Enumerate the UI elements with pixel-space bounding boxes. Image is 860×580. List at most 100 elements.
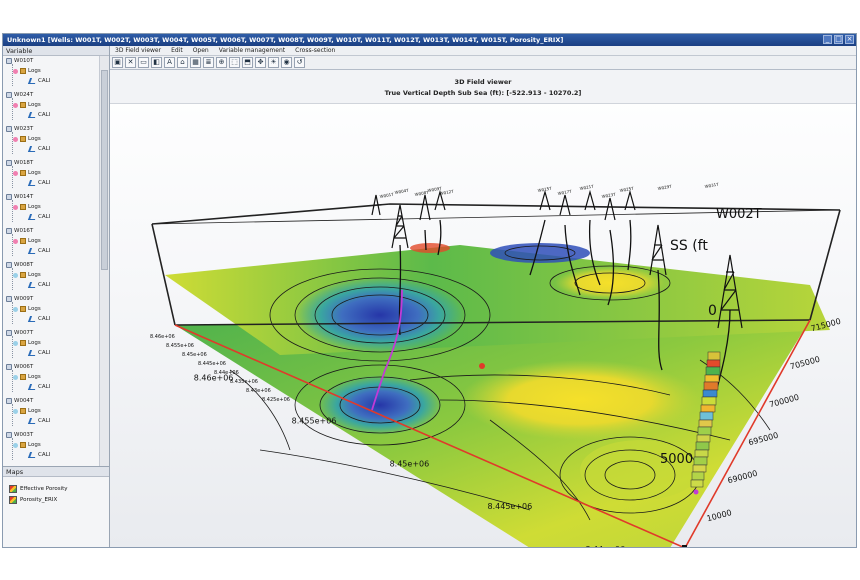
axis-label-overlay: SS (ft — [670, 238, 708, 254]
list-icon[interactable]: ≣ — [203, 57, 214, 68]
left-tick-label: 8.43e+06 — [246, 388, 271, 394]
tree-curve-item[interactable]: CALI — [27, 248, 50, 254]
tree-curve-label: CALI — [38, 78, 51, 84]
close-icon[interactable]: ✕ — [125, 57, 136, 68]
save-icon[interactable]: ▣ — [112, 57, 123, 68]
tree-well-item[interactable]: W024T — [6, 92, 33, 98]
map-item-effective-porosity[interactable]: Effective Porosity — [9, 485, 68, 493]
menu-open[interactable]: Open — [193, 46, 209, 55]
tree-curve-item[interactable]: CALI — [27, 146, 51, 152]
menu-edit[interactable]: Edit — [171, 46, 183, 55]
tree-curve-label: CALI — [38, 384, 51, 390]
tree-log-item[interactable]: Logs — [13, 170, 41, 176]
tree-curve-label: CALI — [38, 418, 51, 424]
left-tick-label: 8.46e+06 — [150, 334, 175, 340]
variable-pane-header: Variable — [3, 46, 109, 56]
tree-well-item[interactable]: W023T — [6, 126, 33, 132]
tree-curve-item[interactable]: CALI — [27, 180, 50, 186]
map-icon — [9, 496, 17, 504]
tree-well-item[interactable]: W016T — [6, 228, 33, 234]
tree-log-item[interactable]: Logs — [13, 374, 41, 380]
tree-curve-label: CALI — [38, 282, 51, 288]
grid-icon[interactable]: ▦ — [190, 57, 201, 68]
tree-log-item[interactable]: Logs — [13, 442, 41, 448]
tree-log-label: Logs — [28, 408, 41, 414]
tree-log-item[interactable]: Logs — [13, 102, 41, 108]
tree-log-item[interactable]: Logs — [13, 204, 41, 210]
zoom-icon[interactable]: ⊕ — [216, 57, 227, 68]
left-tick-label: 8.435e+06 — [230, 379, 258, 385]
map-item-porosity-erix[interactable]: Porosity_ERIX — [9, 496, 57, 504]
log-folder-icon — [20, 442, 26, 448]
sun-icon[interactable]: ☀ — [268, 57, 279, 68]
color-dot-icon — [13, 136, 18, 142]
tree-log-item[interactable]: Logs — [13, 68, 41, 74]
well-icon — [6, 160, 12, 166]
scrollbar-thumb[interactable] — [101, 70, 108, 270]
log-folder-icon — [20, 306, 26, 312]
tree-well-item[interactable]: W008T — [6, 262, 33, 268]
tree-curve-label: CALI — [38, 112, 51, 118]
tree-curve-item[interactable]: CALI — [27, 282, 51, 288]
log-folder-icon — [20, 374, 26, 380]
camera-icon[interactable]: ◧ — [151, 57, 162, 68]
color-dot-icon — [13, 306, 18, 312]
layout-icon[interactable]: ▭ — [138, 57, 149, 68]
tree-log-item[interactable]: Logs — [13, 306, 41, 312]
tree-well-label: W007T — [14, 330, 34, 336]
tree-curve-item[interactable]: CALI — [27, 452, 50, 458]
tree-log-item[interactable]: Logs — [13, 272, 41, 278]
tree-log-label: Logs — [28, 306, 41, 312]
tree-log-label: Logs — [28, 374, 41, 380]
curve-icon — [27, 384, 38, 390]
minimize-button[interactable]: _ — [823, 35, 832, 44]
reset-icon[interactable]: ↺ — [294, 57, 305, 68]
3d-field-viewer[interactable]: 3D Field viewer True Vertical Depth Sub … — [110, 70, 856, 547]
tree-curve-item[interactable]: CALI — [27, 214, 50, 220]
tree-log-item[interactable]: Logs — [13, 238, 41, 244]
well-icon — [6, 58, 12, 64]
pointer-icon[interactable]: ⬚ — [229, 57, 240, 68]
tree-curve-item[interactable]: CALI — [27, 384, 51, 390]
close-button[interactable]: × — [845, 35, 854, 44]
menu-variable-management[interactable]: Variable management — [219, 46, 285, 55]
tree-well-item[interactable]: W014T — [6, 194, 33, 200]
tree-log-item[interactable]: Logs — [13, 136, 41, 142]
select-icon[interactable]: ⬒ — [242, 57, 253, 68]
pan-icon[interactable]: ✥ — [255, 57, 266, 68]
tree-log-item[interactable]: Logs — [13, 340, 41, 346]
tree-scrollbar[interactable] — [99, 56, 109, 466]
tree-well-label: W006T — [14, 364, 34, 370]
home-icon[interactable]: ⌂ — [177, 57, 188, 68]
tree-log-item[interactable]: Logs — [13, 408, 41, 414]
menu-3d-field-viewer[interactable]: 3D Field viewer — [115, 46, 161, 55]
menu-bar: 3D Field viewer Edit Open Variable manag… — [110, 46, 856, 56]
curve-icon — [27, 78, 38, 84]
well-name-label: W031T — [704, 182, 719, 189]
color-dot-icon — [13, 272, 18, 278]
log-folder-icon — [20, 272, 26, 278]
left-tick-label: 8.425e+06 — [262, 397, 290, 403]
menu-cross-section[interactable]: Cross-section — [295, 46, 335, 55]
tree-well-item[interactable]: W007T — [6, 330, 33, 336]
main-area: 3D Field viewer Edit Open Variable manag… — [110, 46, 856, 547]
tree-well-item[interactable]: W009T — [6, 296, 33, 302]
text-icon[interactable]: A — [164, 57, 175, 68]
tree-curve-label: CALI — [38, 146, 51, 152]
tree-well-item[interactable]: W003T — [6, 432, 33, 438]
tree-curve-item[interactable]: CALI — [27, 78, 51, 84]
palette-icon[interactable]: ◉ — [281, 57, 292, 68]
3d-scene[interactable]: W002T SS (ft 0 5000 8.46e+06 8.455e+06 8.4… — [110, 70, 856, 547]
tree-well-item[interactable]: W004T — [6, 398, 33, 404]
tree-curve-item[interactable]: CALI — [27, 350, 50, 356]
tree-log-label: Logs — [28, 204, 41, 210]
maximize-button[interactable]: □ — [834, 35, 843, 44]
tree-well-item[interactable]: W006T — [6, 364, 33, 370]
x-tick-label: 8.445e+06 — [488, 502, 533, 511]
tree-well-item[interactable]: W018T — [6, 160, 33, 166]
tree-curve-item[interactable]: CALI — [27, 316, 50, 322]
tree-curve-item[interactable]: CALI — [27, 112, 51, 118]
tree-well-item[interactable]: W010T — [6, 58, 33, 64]
tree-curve-item[interactable]: CALI — [27, 418, 51, 424]
log-folder-icon — [20, 238, 26, 244]
